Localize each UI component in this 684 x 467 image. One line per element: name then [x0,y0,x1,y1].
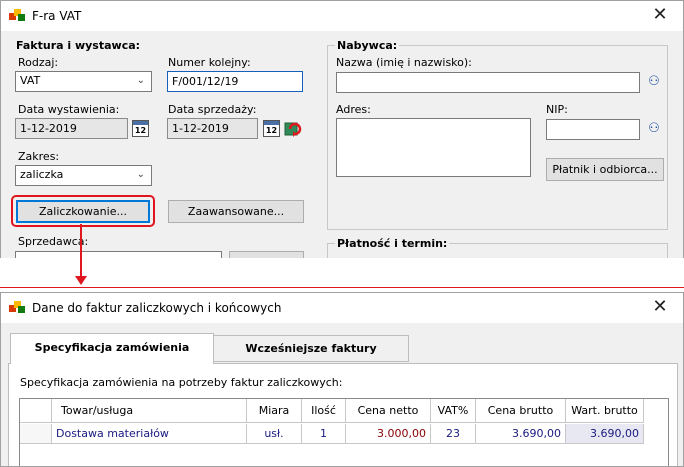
buyer-group-title: Nabywca: [335,39,400,52]
copy-date-icon[interactable] [284,120,302,138]
nazwa-label: Nazwa (imię i nazwisko): [336,56,472,69]
binoculars-icon[interactable]: ⚇ [645,74,663,90]
sprzedawca-label: Sprzedawca: [18,235,89,248]
table-cell[interactable]: 1 [302,424,346,444]
zaliczkowanie-button[interactable]: Zaliczkowanie... [16,200,150,223]
column-header[interactable]: Ilość [302,399,346,423]
column-header[interactable]: Cena brutto [476,399,566,423]
tab-wczesniejsze[interactable]: Wcześniejsze faktury [213,335,409,362]
app-icon [9,301,25,315]
binoculars-icon[interactable]: ⚇ [645,121,663,137]
column-header[interactable]: Miara [247,399,302,423]
data-wystawienia-input[interactable]: 1-12-2019 [15,118,128,139]
zakres-label: Zakres: [18,150,60,163]
sprzedawca-select[interactable] [15,251,222,258]
connector-line [80,224,82,280]
invoice-window-title: F-ra VAT [32,9,82,23]
app-icon [9,9,25,23]
table-cell[interactable]: 3.690,00 [476,424,566,444]
tab-specyfikacja[interactable]: Specyfikacja zamówienia [10,333,214,364]
row-indicator-header [20,399,52,423]
invoice-group-title: Faktura i wystawca: [16,39,141,52]
calendar-icon[interactable]: 12 [132,120,149,137]
zakres-select[interactable]: zaliczka ⌄ [15,165,152,186]
advance-invoice-window: Dane do faktur zaliczkowych i końcowych … [0,292,684,467]
column-header[interactable]: Towar/usługa [52,399,247,423]
platnik-button[interactable]: Płatnik i odbiorca... [546,158,664,181]
chevron-down-icon: ⌄ [136,169,145,180]
row-indicator[interactable] [20,424,52,444]
numer-label: Numer kolejny: [168,56,251,69]
adres-label: Adres: [336,103,371,116]
close-icon[interactable]: ✕ [646,4,674,26]
tab-panel: Specyfikacja zamówienia na potrzeby fakt… [8,363,678,466]
rodzaj-value: VAT [20,74,41,87]
zaawansowane-button[interactable]: Zaawansowane... [168,200,304,223]
data-sprzedazy-input[interactable]: 1-12-2019 [167,118,258,139]
table-cell[interactable]: Dostawa materiałów [52,424,247,444]
zakres-value: zaliczka [20,168,64,181]
rodzaj-select[interactable]: VAT ⌄ [15,71,152,92]
divider-line [0,287,684,288]
rodzaj-label: Rodzaj: [18,56,59,69]
nip-input[interactable] [546,119,640,140]
advance-window-title: Dane do faktur zaliczkowych i końcowych [32,301,282,315]
calendar-icon[interactable]: 12 [263,120,280,137]
close-icon[interactable]: ✕ [646,296,674,318]
column-header[interactable]: Cena netto [346,399,431,423]
data-sprzedazy-label: Data sprzedaży: [168,103,257,116]
nip-label: NIP: [546,103,568,116]
nazwa-input[interactable] [336,72,640,93]
advance-window-titlebar: Dane do faktur zaliczkowych i końcowych … [1,293,683,323]
table-cell[interactable]: usł. [247,424,302,444]
chevron-down-icon: ⌄ [136,75,145,86]
sprzedawca-button[interactable] [229,251,304,258]
column-header[interactable]: VAT% [431,399,476,423]
invoice-window: F-ra VAT ✕ Faktura i wystawca: Rodzaj: V… [0,0,684,258]
spec-description: Specyfikacja zamówienia na potrzeby fakt… [20,376,343,389]
payment-group-title: Płatność i termin: [335,237,450,250]
invoice-window-titlebar: F-ra VAT ✕ [1,1,683,31]
arrow-down-icon [75,276,87,285]
table-cell[interactable]: 23 [431,424,476,444]
numer-input[interactable]: F/001/12/19 [167,71,303,92]
table-cell[interactable]: 3.000,00 [346,424,431,444]
adres-input[interactable] [336,118,531,177]
table-cell[interactable]: 3.690,00 [566,424,644,444]
column-header[interactable]: Wart. brutto [566,399,644,423]
data-wystawienia-label: Data wystawienia: [18,103,120,116]
spec-table[interactable]: Towar/usługa Miara Ilość Cena netto VAT%… [19,398,669,466]
